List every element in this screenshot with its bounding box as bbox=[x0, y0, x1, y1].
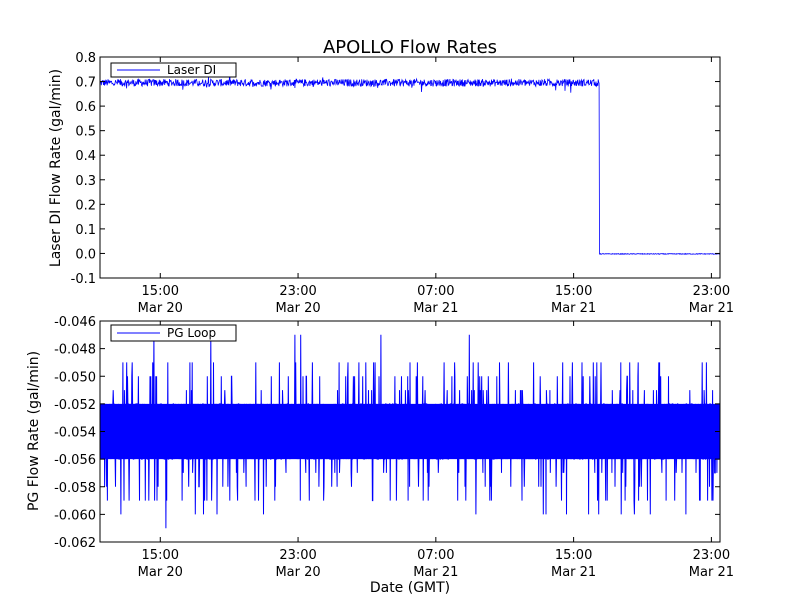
laser-di-legend: Laser DI bbox=[110, 62, 237, 78]
y-tick-label: 0.4 bbox=[75, 149, 96, 164]
y-tick-label: 0.5 bbox=[75, 125, 96, 140]
x-tick-time: 23:00 bbox=[693, 284, 730, 299]
x-tick-date: Mar 21 bbox=[551, 565, 596, 580]
x-tick-date: Mar 21 bbox=[689, 301, 734, 316]
y-tick-label: 0.0 bbox=[75, 247, 96, 262]
x-axis-label: Date (GMT) bbox=[370, 580, 450, 596]
x-tick-date: Mar 20 bbox=[275, 565, 320, 580]
figure: -0.1 0.0 0.1 0.2 0.3 0.4 0.5 0.6 0.7 0.8 15:00 Mar … bbox=[26, 37, 734, 596]
y-tick-label: 0.3 bbox=[75, 174, 96, 189]
y-tick-label: -0.050 bbox=[54, 370, 96, 385]
y-tick-label: 0.6 bbox=[75, 100, 96, 115]
x-tick-time: 15:00 bbox=[142, 284, 179, 299]
y-tick-label: 0.2 bbox=[75, 198, 96, 213]
y-tick-label: -0.054 bbox=[54, 426, 96, 441]
x-tick-time: 23:00 bbox=[279, 548, 316, 563]
y-tick-label: 0.1 bbox=[75, 223, 96, 238]
x-tick-date: Mar 20 bbox=[138, 301, 183, 316]
laser-di-panel: -0.1 0.0 0.1 0.2 0.3 0.4 0.5 0.6 0.7 0.8 15:00 Mar … bbox=[48, 37, 734, 316]
y-tick-label: -0.048 bbox=[54, 343, 96, 358]
x-tick-time: 07:00 bbox=[417, 284, 454, 299]
x-tick-time: 15:00 bbox=[555, 548, 592, 563]
legend-label-pg-loop: PG Loop bbox=[167, 326, 216, 340]
y-tick-label: -0.058 bbox=[54, 481, 96, 496]
x-tick-date: Mar 20 bbox=[138, 565, 183, 580]
y-tick-label: -0.052 bbox=[54, 398, 96, 413]
y-tick-label: 0.7 bbox=[75, 76, 96, 91]
x-tick-time: 23:00 bbox=[279, 284, 316, 299]
laser-di-y-label: Laser DI Flow Rate (gal/min) bbox=[48, 69, 64, 267]
x-tick-date: Mar 21 bbox=[413, 565, 458, 580]
pg-loop-panel: -0.062 -0.060 -0.058 -0.056 -0.054 -0.052 -0.0… bbox=[26, 315, 734, 596]
figure-title: APOLLO Flow Rates bbox=[323, 37, 497, 58]
x-tick-date: Mar 21 bbox=[689, 565, 734, 580]
legend-label-laser-di: Laser DI bbox=[167, 63, 216, 77]
x-tick-date: Mar 21 bbox=[551, 301, 596, 316]
y-tick-label: -0.056 bbox=[54, 453, 96, 468]
x-tick-time: 15:00 bbox=[142, 548, 179, 563]
x-tick-date: Mar 21 bbox=[413, 301, 458, 316]
y-tick-label: -0.046 bbox=[54, 315, 96, 330]
x-tick-time: 07:00 bbox=[417, 548, 454, 563]
pg-loop-legend: PG Loop bbox=[110, 324, 237, 342]
y-tick-label: -0.1 bbox=[71, 272, 96, 287]
y-tick-label: -0.060 bbox=[54, 508, 96, 523]
y-tick-label: 0.8 bbox=[75, 51, 96, 66]
x-tick-time: 23:00 bbox=[693, 548, 730, 563]
x-tick-time: 15:00 bbox=[555, 284, 592, 299]
y-tick-label: -0.062 bbox=[54, 536, 96, 551]
x-tick-date: Mar 20 bbox=[275, 301, 320, 316]
pg-loop-y-label: PG Flow Rate (gal/min) bbox=[26, 351, 42, 511]
